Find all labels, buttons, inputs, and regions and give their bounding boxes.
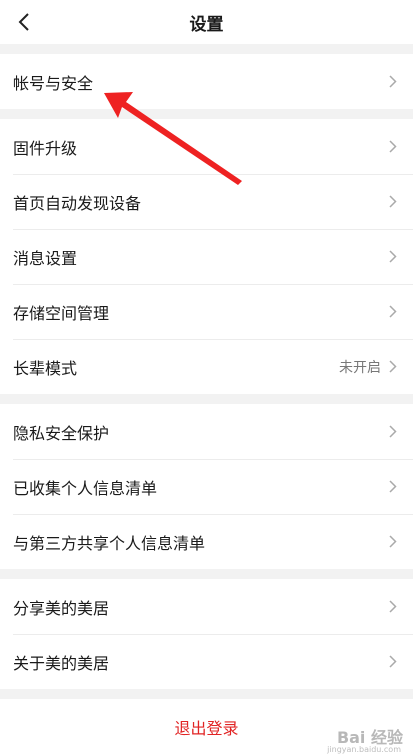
row-label: 消息设置 (13, 248, 78, 268)
row-about-app[interactable]: 关于美的美居 (0, 634, 413, 689)
settings-group-device: 固件升级 首页自动发现设备 消息设置 存储空间管理 长辈模式 未开启 (0, 119, 413, 394)
chevron-right-icon (389, 140, 399, 154)
row-value: 未开启 (339, 359, 381, 376)
chevron-right-icon (389, 360, 399, 374)
row-collected-info-list[interactable]: 已收集个人信息清单 (0, 459, 413, 514)
row-label: 存储空间管理 (13, 303, 110, 323)
chevron-right-icon (389, 600, 399, 614)
row-label: 固件升级 (13, 138, 78, 158)
watermark-url: jingyan.baidu.com (327, 745, 401, 754)
row-auto-discover-devices[interactable]: 首页自动发现设备 (0, 174, 413, 229)
row-label: 与第三方共享个人信息清单 (13, 533, 206, 553)
chevron-right-icon (389, 305, 399, 319)
row-label: 帐号与安全 (13, 73, 94, 93)
back-button[interactable] (8, 6, 40, 38)
page-title: 设置 (189, 14, 224, 35)
logout-label: 退出登录 (174, 719, 239, 738)
row-label: 首页自动发现设备 (13, 193, 142, 213)
chevron-left-icon (18, 13, 29, 31)
chevron-right-icon (389, 535, 399, 549)
row-label: 隐私安全保护 (13, 423, 110, 443)
chevron-right-icon (389, 195, 399, 209)
chevron-right-icon (389, 250, 399, 264)
row-privacy-protection[interactable]: 隐私安全保护 (0, 404, 413, 459)
chevron-right-icon (389, 480, 399, 494)
chevron-right-icon (389, 655, 399, 669)
top-bar: 设置 (0, 0, 413, 44)
row-label: 关于美的美居 (13, 653, 110, 673)
chevron-right-icon (389, 75, 399, 89)
chevron-right-icon (389, 425, 399, 439)
row-message-settings[interactable]: 消息设置 (0, 229, 413, 284)
row-storage-management[interactable]: 存储空间管理 (0, 284, 413, 339)
row-firmware-upgrade[interactable]: 固件升级 (0, 119, 413, 174)
settings-group-privacy: 隐私安全保护 已收集个人信息清单 与第三方共享个人信息清单 (0, 404, 413, 569)
row-account-security[interactable]: 帐号与安全 (0, 54, 413, 109)
settings-group-about: 分享美的美居 关于美的美居 (0, 579, 413, 689)
row-label: 已收集个人信息清单 (13, 478, 158, 498)
row-third-party-share-list[interactable]: 与第三方共享个人信息清单 (0, 514, 413, 569)
row-label: 长辈模式 (13, 358, 78, 378)
row-share-app[interactable]: 分享美的美居 (0, 579, 413, 634)
settings-group-account: 帐号与安全 (0, 54, 413, 109)
row-elder-mode[interactable]: 长辈模式 未开启 (0, 339, 413, 394)
row-label: 分享美的美居 (13, 598, 110, 618)
